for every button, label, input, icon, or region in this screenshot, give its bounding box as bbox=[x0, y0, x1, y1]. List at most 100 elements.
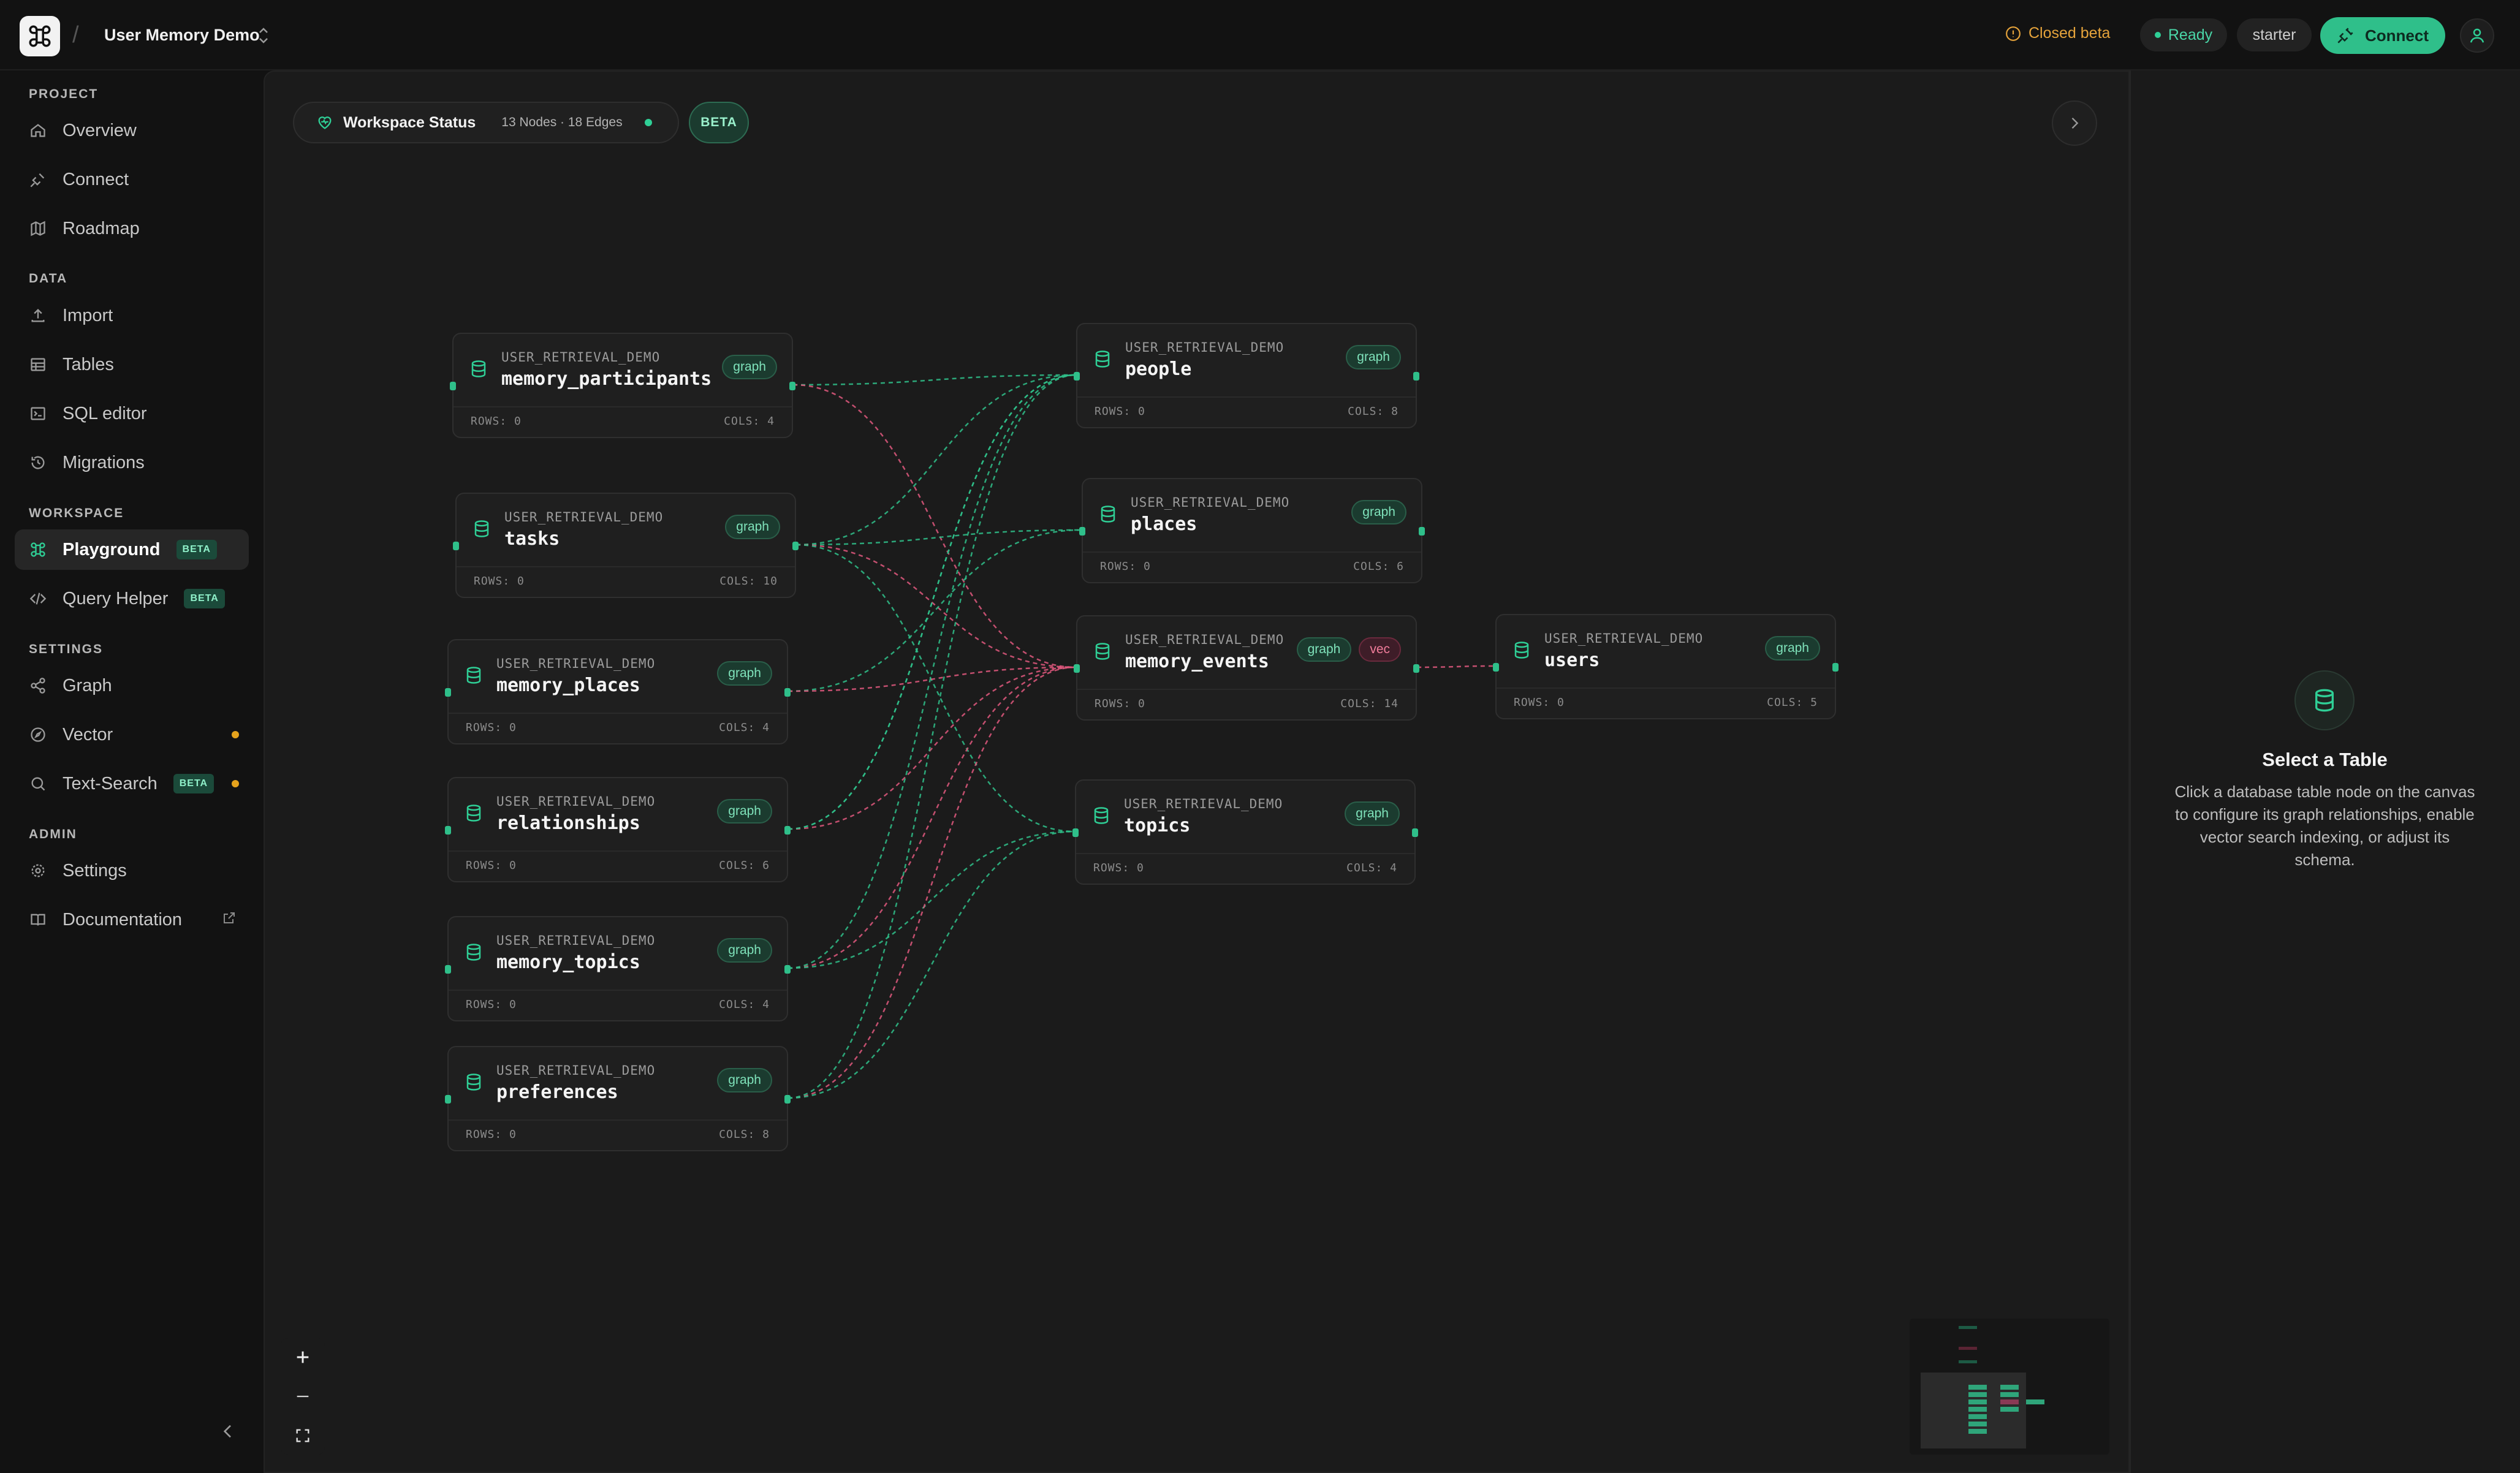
inspector-description: Click a database table node on the canva… bbox=[2174, 782, 2475, 869]
graph-badge[interactable]: graph bbox=[1346, 345, 1401, 369]
output-handle[interactable] bbox=[784, 688, 791, 697]
sidebar-item-label: Import bbox=[63, 305, 113, 325]
table-node-people[interactable]: USER_RETRIEVAL_DEMO people graph ROWS: 0 COL… bbox=[1074, 323, 1419, 428]
input-handle[interactable] bbox=[453, 542, 459, 550]
beta-badge: BETA bbox=[184, 589, 225, 608]
sidebar-item-settings[interactable]: Settings bbox=[15, 850, 249, 891]
minimap-mark bbox=[1959, 1347, 1977, 1350]
collapse-sidebar-button[interactable] bbox=[218, 1422, 238, 1444]
graph-badge[interactable]: graph bbox=[717, 938, 772, 963]
output-handle[interactable] bbox=[1832, 663, 1839, 672]
graph-badge[interactable]: graph bbox=[1765, 636, 1820, 661]
table-node-memory-places[interactable]: USER_RETRIEVAL_DEMO memory_places graph ROW… bbox=[445, 639, 791, 744]
external-link-icon bbox=[222, 910, 237, 930]
graph-canvas[interactable] bbox=[264, 70, 2130, 1473]
database-icon bbox=[473, 520, 491, 541]
sidebar-item-sql-editor[interactable]: SQL editor bbox=[15, 393, 249, 434]
graph-badge[interactable]: graph bbox=[725, 515, 780, 539]
input-handle[interactable] bbox=[1493, 663, 1499, 672]
chevron-updown-icon[interactable] bbox=[256, 25, 271, 47]
sidebar-item-migrations[interactable]: Migrations bbox=[15, 442, 249, 483]
table-badges: graph bbox=[1351, 500, 1406, 524]
table-node-preferences[interactable]: USER_RETRIEVAL_DEMO preferences graph ROWS:… bbox=[445, 1046, 791, 1151]
sidebar-item-roadmap[interactable]: Roadmap bbox=[15, 208, 249, 249]
app-logo[interactable] bbox=[20, 16, 60, 56]
table-node-memory-topics[interactable]: USER_RETRIEVAL_DEMO memory_topics graph ROW… bbox=[445, 916, 791, 1021]
minimap[interactable] bbox=[1910, 1319, 2109, 1455]
plan-badge[interactable]: starter bbox=[2237, 18, 2312, 51]
output-handle[interactable] bbox=[1419, 527, 1425, 536]
input-handle[interactable] bbox=[1079, 527, 1085, 536]
table-name: people bbox=[1125, 358, 1192, 380]
sidebar-item-import[interactable]: Import bbox=[15, 295, 249, 336]
row-count: ROWS: 0 bbox=[466, 721, 517, 734]
output-handle[interactable] bbox=[792, 542, 799, 550]
table-name: memory_events bbox=[1125, 651, 1269, 672]
input-handle[interactable] bbox=[445, 688, 451, 697]
project-name[interactable]: User Memory Demo bbox=[104, 26, 260, 45]
row-count: ROWS: 0 bbox=[1095, 405, 1145, 418]
minimap-node bbox=[1968, 1392, 1987, 1397]
sidebar-item-connect[interactable]: Connect bbox=[15, 159, 249, 200]
zoom-out-button[interactable] bbox=[281, 1377, 325, 1415]
vec-badge[interactable]: vec bbox=[1359, 637, 1401, 662]
database-icon bbox=[1093, 350, 1112, 371]
input-handle[interactable] bbox=[1074, 664, 1080, 673]
table-schema: USER_RETRIEVAL_DEMO bbox=[1131, 495, 1290, 510]
sidebar-item-label: Vector bbox=[63, 724, 113, 744]
input-handle[interactable] bbox=[445, 1095, 451, 1104]
graph-badge[interactable]: graph bbox=[717, 661, 772, 686]
sidebar-item-overview[interactable]: Overview bbox=[15, 110, 249, 151]
graph-badge[interactable]: graph bbox=[1351, 500, 1406, 524]
fit-view-button[interactable] bbox=[281, 1417, 325, 1455]
minimap-node bbox=[1968, 1429, 1987, 1434]
table-node-tasks[interactable]: USER_RETRIEVAL_DEMO tasks graph ROWS: 0 COLS… bbox=[453, 493, 799, 598]
input-handle[interactable] bbox=[1072, 828, 1079, 837]
output-handle[interactable] bbox=[1413, 372, 1419, 381]
status-badge: Ready bbox=[2140, 18, 2227, 51]
connect-button[interactable]: Connect bbox=[2320, 17, 2445, 54]
table-node-memory-events[interactable]: USER_RETRIEVAL_DEMO memory_events graph vec… bbox=[1074, 615, 1419, 721]
workspace-status[interactable]: Workspace Status 13 Nodes · 18 Edges bbox=[293, 102, 679, 143]
input-handle[interactable] bbox=[450, 382, 456, 390]
sidebar-item-tables[interactable]: Tables bbox=[15, 344, 249, 385]
closed-beta-notice[interactable]: Closed beta bbox=[2005, 25, 2110, 42]
table-node-topics[interactable]: USER_RETRIEVAL_DEMO topics graph ROWS: 0 COL… bbox=[1072, 779, 1418, 885]
zoom-in-button[interactable] bbox=[281, 1338, 325, 1376]
table-name: memory_participants bbox=[501, 368, 712, 390]
graph-badge[interactable]: graph bbox=[722, 355, 777, 379]
output-handle[interactable] bbox=[789, 382, 795, 390]
table-badges: graph vec bbox=[1296, 637, 1401, 662]
output-handle[interactable] bbox=[1412, 828, 1418, 837]
table-node-memory-participants[interactable]: USER_RETRIEVAL_DEMO memory_participants gr… bbox=[450, 333, 795, 438]
expand-panel-button[interactable] bbox=[2052, 100, 2097, 146]
input-handle[interactable] bbox=[1074, 372, 1080, 381]
output-handle[interactable] bbox=[1413, 664, 1419, 673]
home-icon bbox=[29, 122, 47, 139]
status-dot bbox=[2154, 32, 2161, 38]
output-handle[interactable] bbox=[784, 965, 791, 974]
database-icon bbox=[465, 666, 483, 687]
user-avatar[interactable] bbox=[2460, 18, 2494, 53]
sidebar-item-text-search[interactable]: Text-Search BETA bbox=[15, 763, 249, 804]
table-node-relationships[interactable]: USER_RETRIEVAL_DEMO relationships graph ROW… bbox=[445, 777, 791, 882]
table-node-places[interactable]: USER_RETRIEVAL_DEMO places graph ROWS: 0 COL… bbox=[1079, 478, 1425, 583]
graph-badge[interactable]: graph bbox=[717, 799, 772, 824]
table-node-users[interactable]: USER_RETRIEVAL_DEMO users graph ROWS: 0 COLS… bbox=[1493, 614, 1839, 719]
input-handle[interactable] bbox=[445, 965, 451, 974]
graph-badge[interactable]: graph bbox=[1296, 637, 1352, 662]
graph-badge[interactable]: graph bbox=[717, 1068, 772, 1092]
output-handle[interactable] bbox=[784, 826, 791, 835]
divider bbox=[457, 566, 795, 567]
section-project: PROJECT bbox=[29, 87, 99, 101]
sidebar-item-playground[interactable]: Playground BETA bbox=[15, 529, 249, 570]
sidebar-item-graph[interactable]: Graph bbox=[15, 665, 249, 706]
input-handle[interactable] bbox=[445, 826, 451, 835]
sidebar-item-documentation[interactable]: Documentation bbox=[15, 899, 249, 940]
row-count: ROWS: 0 bbox=[1095, 697, 1145, 710]
sidebar-item-vector[interactable]: Vector bbox=[15, 714, 249, 755]
output-handle[interactable] bbox=[784, 1095, 791, 1104]
sidebar-item-query-helper[interactable]: Query Helper BETA bbox=[15, 578, 249, 619]
graph-badge[interactable]: graph bbox=[1345, 801, 1400, 826]
table-schema: USER_RETRIEVAL_DEMO bbox=[496, 656, 656, 671]
